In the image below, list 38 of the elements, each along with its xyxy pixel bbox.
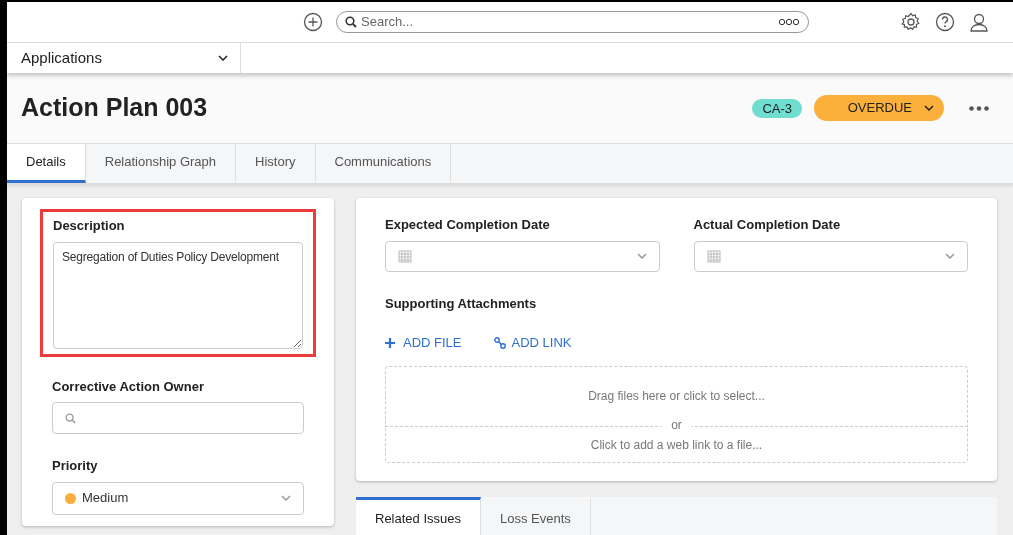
settings-icon[interactable]	[901, 12, 921, 32]
chevron-down-icon	[924, 105, 934, 111]
add-link-link[interactable]: ADD LINK	[493, 333, 572, 353]
tab[interactable]: Details	[7, 144, 86, 183]
calendar-icon	[706, 249, 721, 263]
field-label: Supporting Attachments	[385, 294, 538, 313]
field-label: Actual Completion Date	[693, 216, 842, 234]
field-label: Description	[53, 217, 126, 235]
link-icon	[493, 336, 506, 349]
field-label: Priority	[52, 457, 99, 475]
search-icon	[65, 412, 76, 424]
tab[interactable]: Relationship Graph	[85, 144, 237, 183]
priority-dropdown[interactable]: Medium	[52, 481, 304, 515]
tab[interactable]: Communications	[315, 144, 452, 183]
search-icon	[345, 16, 357, 28]
field-label: Expected Completion Date	[385, 216, 551, 234]
chevron-down-icon	[281, 495, 291, 501]
chevron-down-icon	[218, 55, 228, 61]
id-badge: CA-3	[752, 98, 802, 118]
ellipsis-icon[interactable]	[778, 18, 800, 26]
tab[interactable]: Related Issues	[356, 497, 481, 535]
help-icon[interactable]	[935, 12, 955, 32]
tab[interactable]: Loss Events	[481, 497, 591, 535]
chevron-down-icon	[945, 253, 955, 259]
add-file-link[interactable]: ADD FILE	[385, 333, 462, 353]
field-label: Corrective Action Owner	[52, 377, 205, 396]
plus-icon	[385, 337, 395, 348]
more-icon[interactable]	[969, 105, 989, 111]
tab[interactable]: History	[236, 144, 316, 183]
description-field[interactable]: Segregation of Duties Policy Development	[53, 241, 303, 349]
calendar-icon	[398, 249, 412, 263]
owner-search-field[interactable]	[52, 402, 304, 434]
add-icon[interactable]	[303, 12, 323, 32]
user-icon[interactable]	[969, 12, 989, 32]
chevron-down-icon	[636, 253, 647, 259]
status-dropdown[interactable]: OVERDUE	[814, 95, 944, 121]
page-title: Action Plan 003	[21, 92, 208, 124]
priority-value: Medium	[82, 489, 129, 508]
